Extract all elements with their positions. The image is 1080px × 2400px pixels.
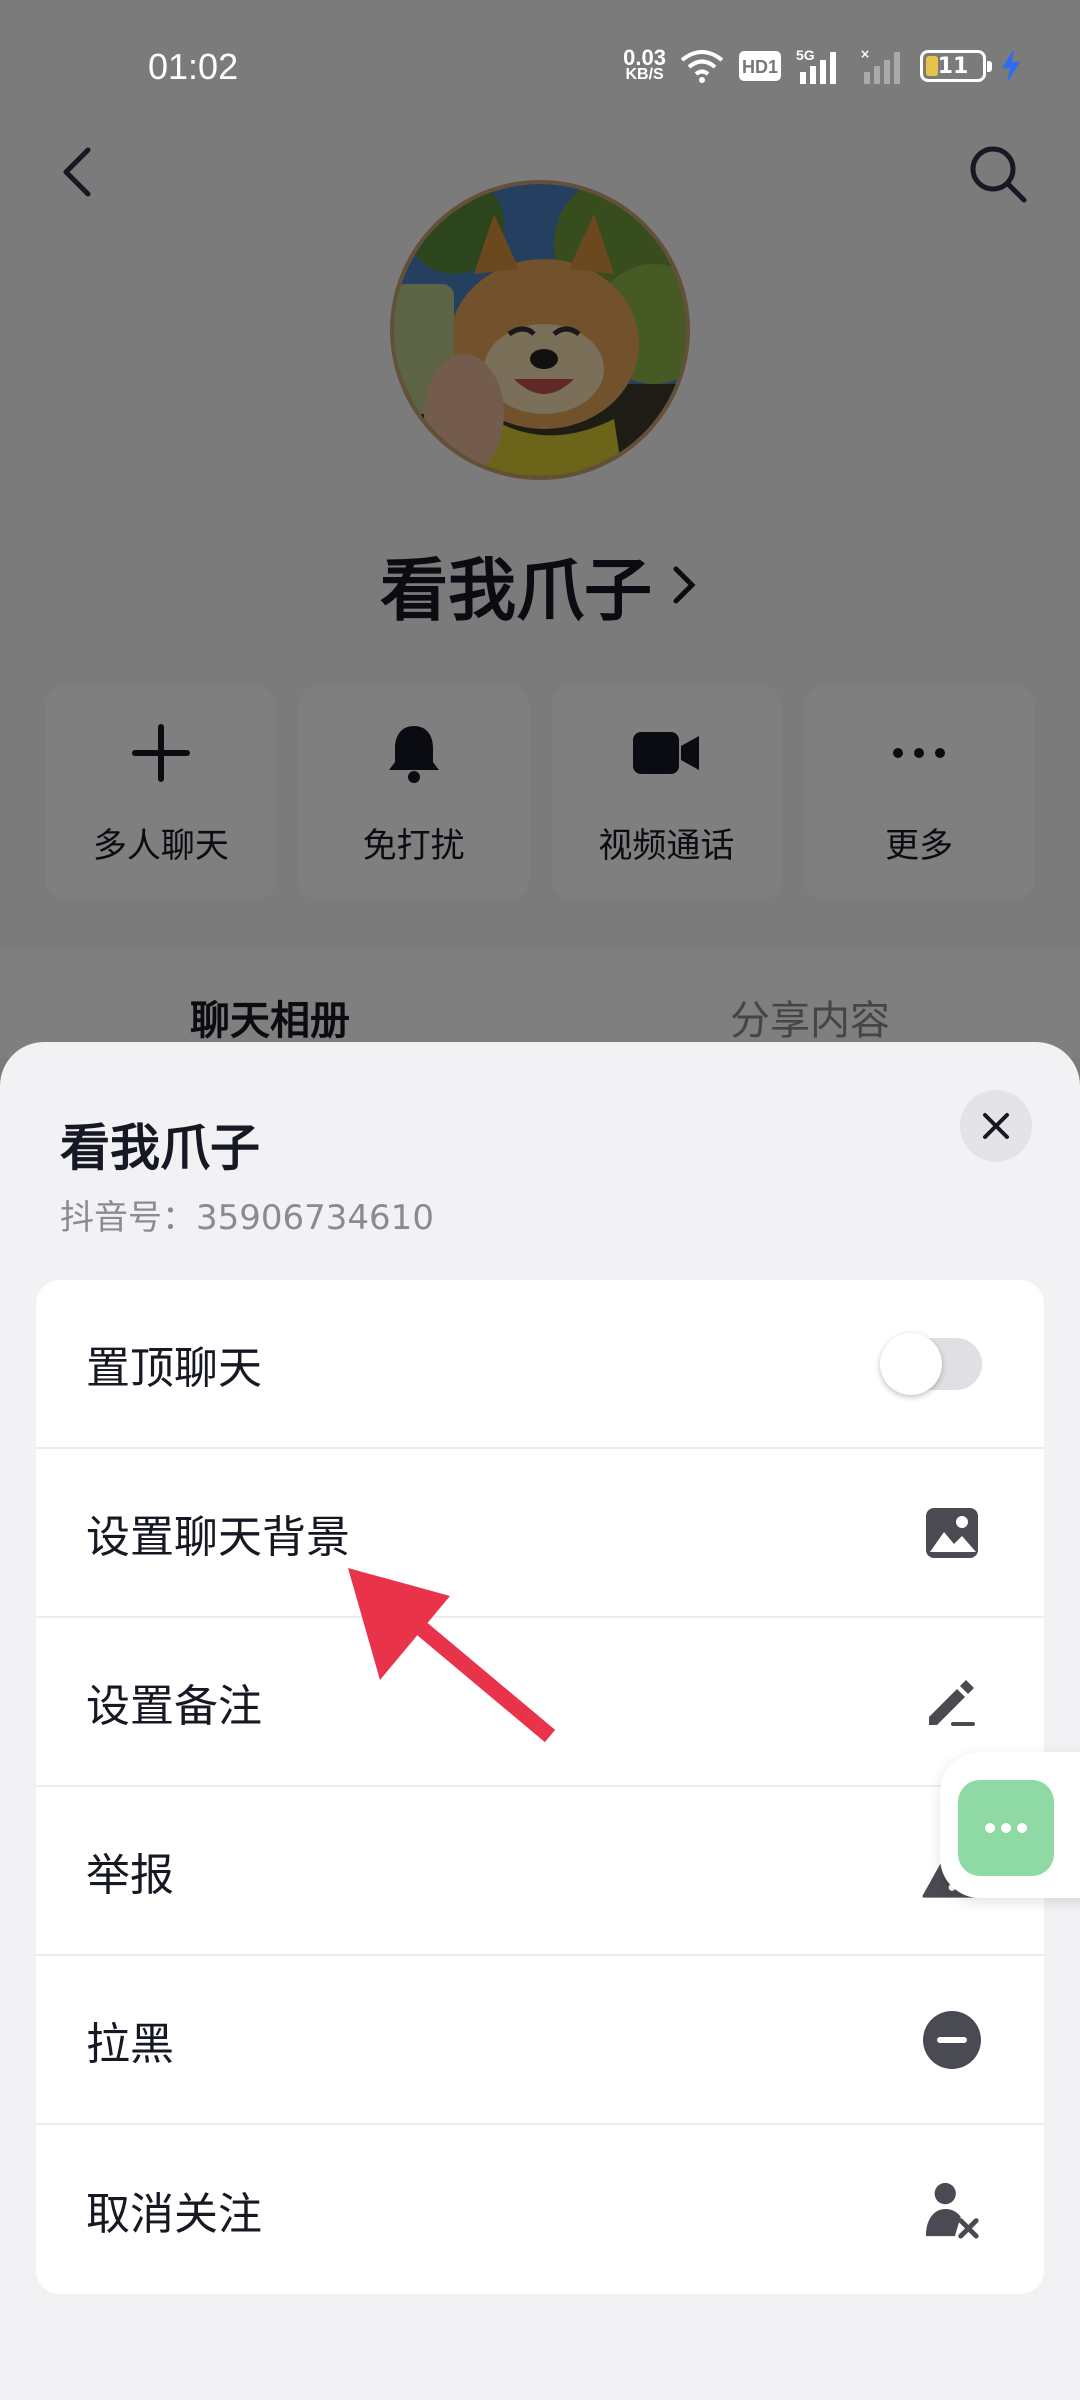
row-chat-background[interactable]: 设置聊天背景 (36, 1449, 1044, 1618)
network-type: 5G (796, 48, 815, 63)
hd-badge-text: HD1 (742, 57, 778, 77)
row-report[interactable]: 举报 (36, 1787, 1044, 1956)
row-label: 举报 (86, 1849, 174, 1901)
chevron-left-icon (63, 147, 91, 197)
sheet-title: 看我爪子 (60, 1119, 260, 1177)
back-button[interactable] (52, 140, 104, 204)
signal-5g-icon: 5G (796, 48, 836, 84)
battery-icon: 11 (920, 50, 992, 82)
status-bar: 01:02 0.03 KB/S HD1 5G × 11 (0, 0, 1080, 140)
wifi-icon (680, 50, 724, 83)
more-dots-icon (985, 1823, 1027, 1833)
signal-icon: × (860, 48, 900, 84)
battery-level: 11 (937, 53, 969, 79)
row-label: 设置聊天背景 (86, 1511, 350, 1563)
charging-icon (1002, 49, 1020, 83)
row-set-remark[interactable]: 设置备注 (36, 1618, 1044, 1787)
net-speed-value: 0.03 (623, 45, 666, 70)
pin-chat-toggle[interactable] (880, 1332, 982, 1395)
user-remove-icon (922, 2180, 982, 2240)
search-button[interactable] (966, 142, 1030, 206)
row-label: 拉黑 (86, 2018, 174, 2070)
row-label: 置顶聊天 (86, 1342, 262, 1394)
net-speed: 0.03 KB/S (623, 45, 666, 84)
hd-icon: HD1 (739, 51, 781, 81)
status-time: 01:02 (148, 46, 239, 87)
floating-more-button[interactable] (958, 1780, 1054, 1876)
search-icon (970, 146, 1027, 203)
row-block[interactable]: 拉黑 (36, 1956, 1044, 2125)
settings-list: 置顶聊天 设置聊天背景 设置备注 举报 拉黑 取消关注 (36, 1280, 1044, 2294)
pencil-icon (922, 1672, 982, 1732)
row-label: 取消关注 (86, 2188, 262, 2240)
close-button[interactable] (960, 1090, 1032, 1162)
toggle-knob (880, 1332, 942, 1395)
block-icon (922, 2010, 982, 2070)
status-icons: 0.03 KB/S HD1 5G × 11 (623, 45, 1022, 84)
row-label: 设置备注 (86, 1680, 262, 1732)
douyin-id: 抖音号：35906734610 (60, 1198, 434, 1238)
image-icon (922, 1503, 982, 1563)
row-pin-chat[interactable]: 置顶聊天 (36, 1280, 1044, 1449)
net-speed-unit: KB/S (625, 66, 664, 83)
svg-text:×: × (860, 48, 870, 61)
row-unfollow[interactable]: 取消关注 (36, 2125, 1044, 2294)
chat-settings-sheet: 看我爪子 抖音号：35906734610 置顶聊天 设置聊天背景 设置备注 举报… (0, 1042, 1080, 2400)
close-icon (983, 1113, 1009, 1139)
